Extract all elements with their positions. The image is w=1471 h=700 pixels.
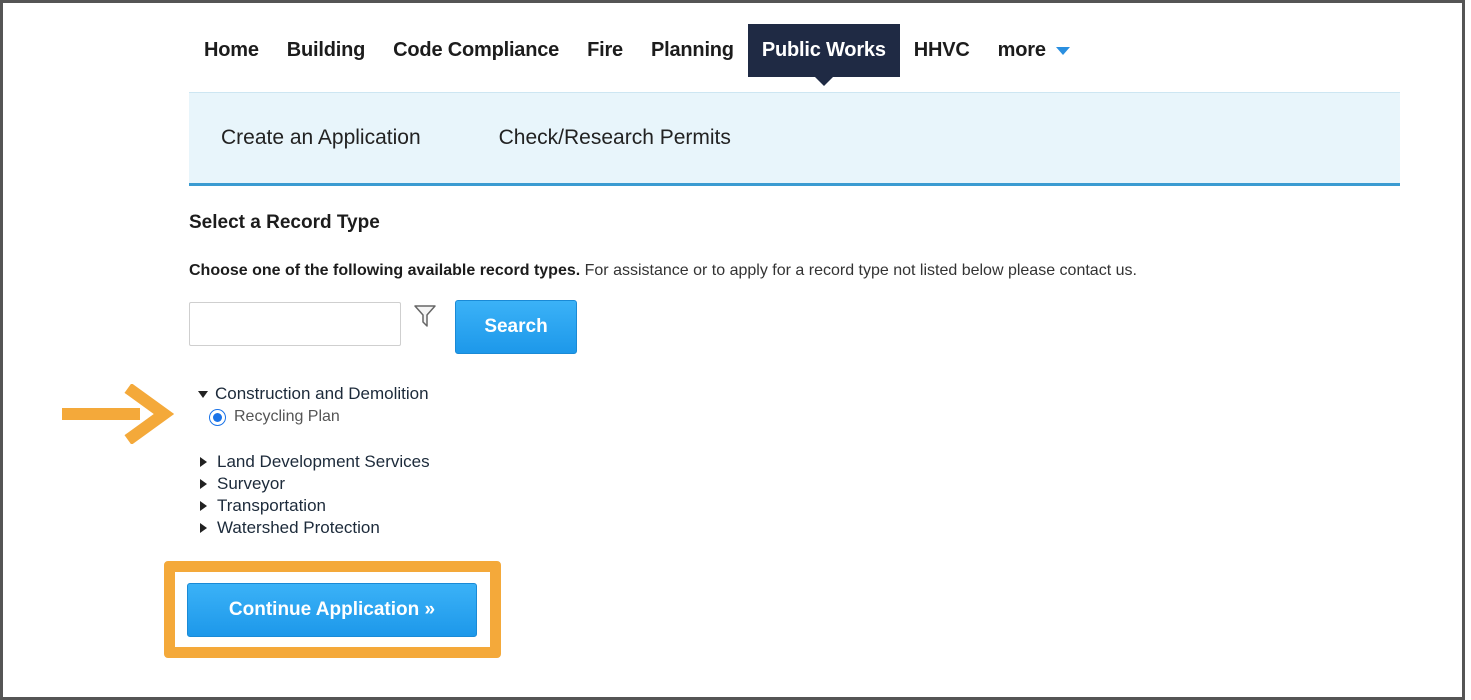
nav-home[interactable]: Home bbox=[190, 24, 273, 77]
filter-icon[interactable] bbox=[414, 304, 436, 328]
nav-label: Code Compliance bbox=[393, 39, 560, 61]
instructions-rest: For assistance or to apply for a record … bbox=[580, 262, 1137, 279]
caret-down-icon bbox=[1055, 46, 1070, 55]
nav-more[interactable]: more bbox=[984, 24, 1084, 77]
sub-nav: Create an Application Check/Research Per… bbox=[189, 92, 1400, 186]
collapsed-caret-icon bbox=[200, 479, 207, 489]
subnav-check-research-permits[interactable]: Check/Research Permits bbox=[499, 126, 731, 150]
nav-label: Planning bbox=[650, 39, 734, 61]
tree-node-label: Surveyor bbox=[217, 474, 286, 493]
nav-label: HHVC bbox=[913, 39, 970, 61]
subnav-create-application[interactable]: Create an Application bbox=[221, 126, 421, 150]
search-input[interactable] bbox=[189, 302, 401, 346]
nav-hhvc[interactable]: HHVC bbox=[900, 24, 984, 77]
search-button[interactable]: Search bbox=[455, 300, 577, 354]
radio-selected-icon[interactable] bbox=[209, 408, 226, 426]
tree-node-label: Land Development Services bbox=[217, 452, 430, 471]
section-title: Select a Record Type bbox=[189, 212, 380, 233]
continue-application-button[interactable]: Continue Application » bbox=[187, 583, 477, 637]
nav-planning[interactable]: Planning bbox=[637, 24, 748, 77]
tree-node-surveyor[interactable]: Surveyor bbox=[198, 474, 285, 494]
nav-fire[interactable]: Fire bbox=[573, 24, 637, 77]
main-nav: Home Building Code Compliance Fire Plann… bbox=[190, 24, 1084, 86]
instructions-bold: Choose one of the following available re… bbox=[189, 262, 581, 279]
expanded-caret-icon bbox=[198, 390, 208, 398]
arrow-right-icon bbox=[62, 384, 174, 444]
nav-label: Fire bbox=[587, 39, 623, 61]
nav-label: Home bbox=[204, 39, 259, 61]
collapsed-caret-icon bbox=[200, 501, 207, 511]
tree-node-label: Construction and Demolition bbox=[215, 384, 429, 403]
collapsed-caret-icon bbox=[200, 523, 207, 533]
tree-node-label: Transportation bbox=[217, 496, 326, 515]
collapsed-caret-icon bbox=[200, 457, 207, 467]
instructions-text: Choose one of the following available re… bbox=[189, 262, 1137, 280]
tree-node-construction-demolition[interactable]: Construction and Demolition bbox=[198, 384, 429, 404]
tree-node-land-development[interactable]: Land Development Services bbox=[198, 452, 430, 472]
tree-node-transportation[interactable]: Transportation bbox=[198, 496, 326, 516]
nav-code-compliance[interactable]: Code Compliance bbox=[379, 24, 573, 77]
tree-node-watershed-protection[interactable]: Watershed Protection bbox=[198, 518, 380, 538]
nav-label: more bbox=[997, 39, 1046, 61]
nav-label: Public Works bbox=[761, 39, 886, 61]
nav-building[interactable]: Building bbox=[273, 24, 379, 77]
tree-node-label: Watershed Protection bbox=[217, 518, 380, 537]
nav-label: Building bbox=[286, 39, 366, 61]
nav-public-works[interactable]: Public Works bbox=[747, 24, 900, 86]
record-type-option[interactable]: Recycling Plan bbox=[209, 408, 340, 426]
record-type-label: Recycling Plan bbox=[234, 408, 340, 425]
